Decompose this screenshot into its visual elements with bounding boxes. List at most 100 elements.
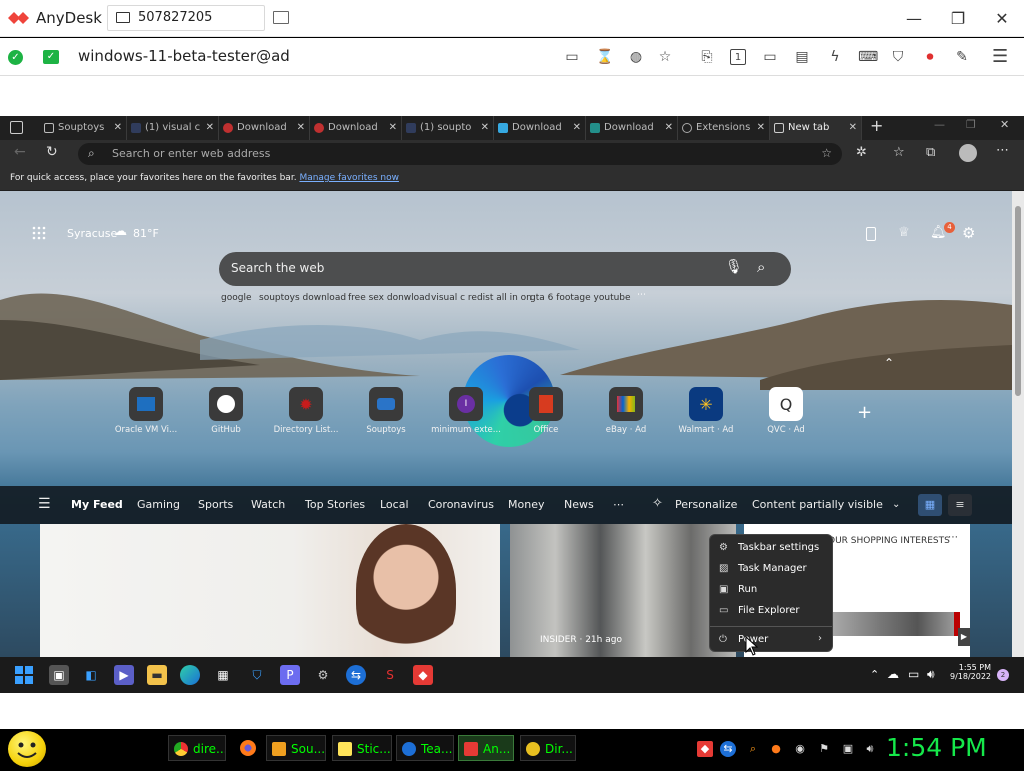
feed-tab-local[interactable]: Local xyxy=(380,498,409,511)
tray-flag-icon[interactable]: ⚑ xyxy=(816,741,832,757)
content-visibility-dropdown[interactable]: Content partially visible ⌄ xyxy=(746,494,912,516)
windows-start-icon[interactable] xyxy=(15,666,33,684)
grid-view-icon[interactable]: ▦ xyxy=(918,494,942,516)
tile-souptoys[interactable] xyxy=(369,387,403,421)
keyboard-icon[interactable]: ⌨ xyxy=(858,49,878,65)
p-app-icon[interactable]: P xyxy=(280,665,300,685)
profile-avatar-icon[interactable] xyxy=(959,144,977,162)
feed-tab-news[interactable]: News xyxy=(564,498,594,511)
tile-oracle-vm[interactable] xyxy=(129,387,163,421)
privacy-icon[interactable]: ▭ xyxy=(564,49,580,65)
search-suggestion[interactable]: visual c redist all in on xyxy=(431,293,532,303)
feed-tab-top-stories[interactable]: Top Stories xyxy=(305,498,365,511)
tray-anydesk-icon[interactable]: ◆ xyxy=(697,741,713,757)
tray-firefox-icon[interactable]: ● xyxy=(768,741,784,757)
tab-visual-c[interactable]: (1) visual c ✕ xyxy=(127,116,219,140)
page-settings-gear-icon[interactable]: ⚙ xyxy=(962,224,975,242)
add-favorite-icon[interactable]: ☆ xyxy=(821,146,832,160)
database-icon[interactable]: ◍ xyxy=(628,49,644,65)
tray-chevron-up-icon[interactable]: ⌃ xyxy=(870,668,879,681)
web-search-box[interactable]: Search the web 🎙︎ ⌕ xyxy=(219,252,791,286)
search-magnifier-icon[interactable]: ⌕ xyxy=(757,258,765,276)
search-suggestion[interactable]: souptoys download xyxy=(259,293,346,303)
record-icon[interactable]: ⏺ xyxy=(922,49,938,65)
manage-favorites-link[interactable]: Manage favorites now xyxy=(299,173,399,183)
collections-icon[interactable]: ⧉ xyxy=(926,145,935,160)
scrollbar-thumb[interactable] xyxy=(1015,206,1021,396)
file-transfer-icon[interactable]: ⎘ xyxy=(699,49,715,65)
address-bar[interactable]: ⌕ Search or enter web address ☆ xyxy=(78,143,842,165)
browser-minimize-button[interactable]: — xyxy=(934,118,945,131)
browser-maximize-button[interactable]: ❐ xyxy=(966,118,976,131)
smiley-start-icon[interactable] xyxy=(8,731,46,767)
tile-walmart[interactable]: ✳ xyxy=(689,387,723,421)
back-arrow-icon[interactable]: ← xyxy=(14,144,26,160)
search-suggestion[interactable]: gta 6 footage youtube xyxy=(530,293,631,303)
restore-button[interactable]: ❐ xyxy=(948,9,968,28)
tab-download-3[interactable]: Download ✕ xyxy=(494,116,586,140)
tab-download-2[interactable]: Download ✕ xyxy=(310,116,402,140)
new-session-icon[interactable] xyxy=(273,11,289,24)
collapse-chevron-icon[interactable]: ⌃ xyxy=(884,356,894,370)
menu-item-task-manager[interactable]: Task Manager xyxy=(738,563,807,574)
host-task-chrome[interactable]: dire... xyxy=(168,735,226,761)
teams-chat-icon[interactable]: ▶ xyxy=(114,665,134,685)
microphone-icon[interactable]: 🎙︎ xyxy=(725,259,743,275)
screen-icon[interactable]: ▭ xyxy=(762,49,778,65)
new-tab-plus-icon[interactable]: + xyxy=(870,116,883,135)
feed-tab-my-feed[interactable]: My Feed xyxy=(71,498,123,511)
host-task-directory[interactable]: Dir... xyxy=(520,735,576,761)
hourglass-icon[interactable]: ⌛ xyxy=(596,49,613,65)
chat-icon[interactable]: ▤ xyxy=(794,49,810,65)
tray-volume-icon[interactable]: 🔊︎ xyxy=(862,741,878,757)
menu-item-run[interactable]: Run xyxy=(738,584,757,595)
tab-download-4[interactable]: Download ✕ xyxy=(586,116,678,140)
menu-item-file-explorer[interactable]: File Explorer xyxy=(738,605,800,616)
task-view-icon[interactable]: ▣ xyxy=(49,665,69,685)
session-monitor-icon[interactable]: ✓ xyxy=(43,50,59,64)
weather-city[interactable]: Syracuse xyxy=(67,227,117,240)
store-icon[interactable]: ▦ xyxy=(213,665,233,685)
menu-item-taskbar-settings[interactable]: Taskbar settings xyxy=(738,542,819,553)
tile-minimum-exte[interactable]: I xyxy=(449,387,483,421)
refresh-icon[interactable]: ↻ xyxy=(46,144,58,160)
extensions-puzzle-icon[interactable]: ✲ xyxy=(856,145,867,160)
tab-souptoys[interactable]: Souptoys ✕ xyxy=(40,116,127,140)
teamviewer-icon[interactable]: ⇆ xyxy=(346,665,366,685)
tray-chat-icon[interactable]: ◉ xyxy=(792,741,808,757)
tile-office[interactable] xyxy=(529,387,563,421)
remote-clock[interactable]: 1:55 PM 9/18/2022 xyxy=(950,663,991,681)
personalize-button[interactable]: Personalize xyxy=(675,498,737,511)
tile-github[interactable] xyxy=(209,387,243,421)
actions-lightning-icon[interactable]: ϟ xyxy=(827,49,843,65)
close-button[interactable]: ✕ xyxy=(992,9,1012,28)
feed-menu-icon[interactable]: ☰ xyxy=(38,496,51,512)
tab-souptoys-2[interactable]: (1) soupto ✕ xyxy=(402,116,494,140)
host-task-souptoys[interactable]: Sou... xyxy=(266,735,326,761)
browser-close-button[interactable]: ✕ xyxy=(1000,118,1009,131)
tile-ebay[interactable] xyxy=(609,387,643,421)
tray-teamviewer-icon[interactable]: ⇆ xyxy=(720,741,736,757)
minimize-button[interactable]: — xyxy=(904,9,924,28)
menu-icon[interactable]: ☰ xyxy=(992,48,1008,66)
firefox-icon[interactable] xyxy=(240,740,256,756)
volume-icon[interactable]: 🔊︎ xyxy=(927,667,935,682)
widgets-icon[interactable]: ◧ xyxy=(81,665,101,685)
more-suggestions-icon[interactable]: ⋯ xyxy=(637,290,646,300)
card-more-icon[interactable]: ⋯ xyxy=(948,532,958,543)
onedrive-cloud-icon[interactable]: ☁ xyxy=(887,667,899,681)
s-app-icon[interactable]: S xyxy=(380,665,400,685)
favorites-icon[interactable]: ☆ xyxy=(893,145,905,160)
file-explorer-icon[interactable]: ▬ xyxy=(147,665,167,685)
page-scrollbar[interactable] xyxy=(1012,191,1024,657)
tab-actions-icon[interactable] xyxy=(10,121,23,134)
host-task-sticky[interactable]: Stic... xyxy=(332,735,392,761)
carousel-next-icon[interactable]: ▶ xyxy=(958,628,970,646)
defender-shield-icon[interactable]: ⛉ xyxy=(247,665,267,685)
feed-tab-sports[interactable]: Sports xyxy=(198,498,233,511)
tab-extensions[interactable]: Extensions ✕ xyxy=(678,116,770,140)
settings-more-icon[interactable]: ⋯ xyxy=(996,143,1009,158)
anydesk-taskbar-icon[interactable]: ◆ xyxy=(413,665,433,685)
tile-directory-list[interactable]: ✹ xyxy=(289,387,323,421)
feed-tab-money[interactable]: Money xyxy=(508,498,544,511)
